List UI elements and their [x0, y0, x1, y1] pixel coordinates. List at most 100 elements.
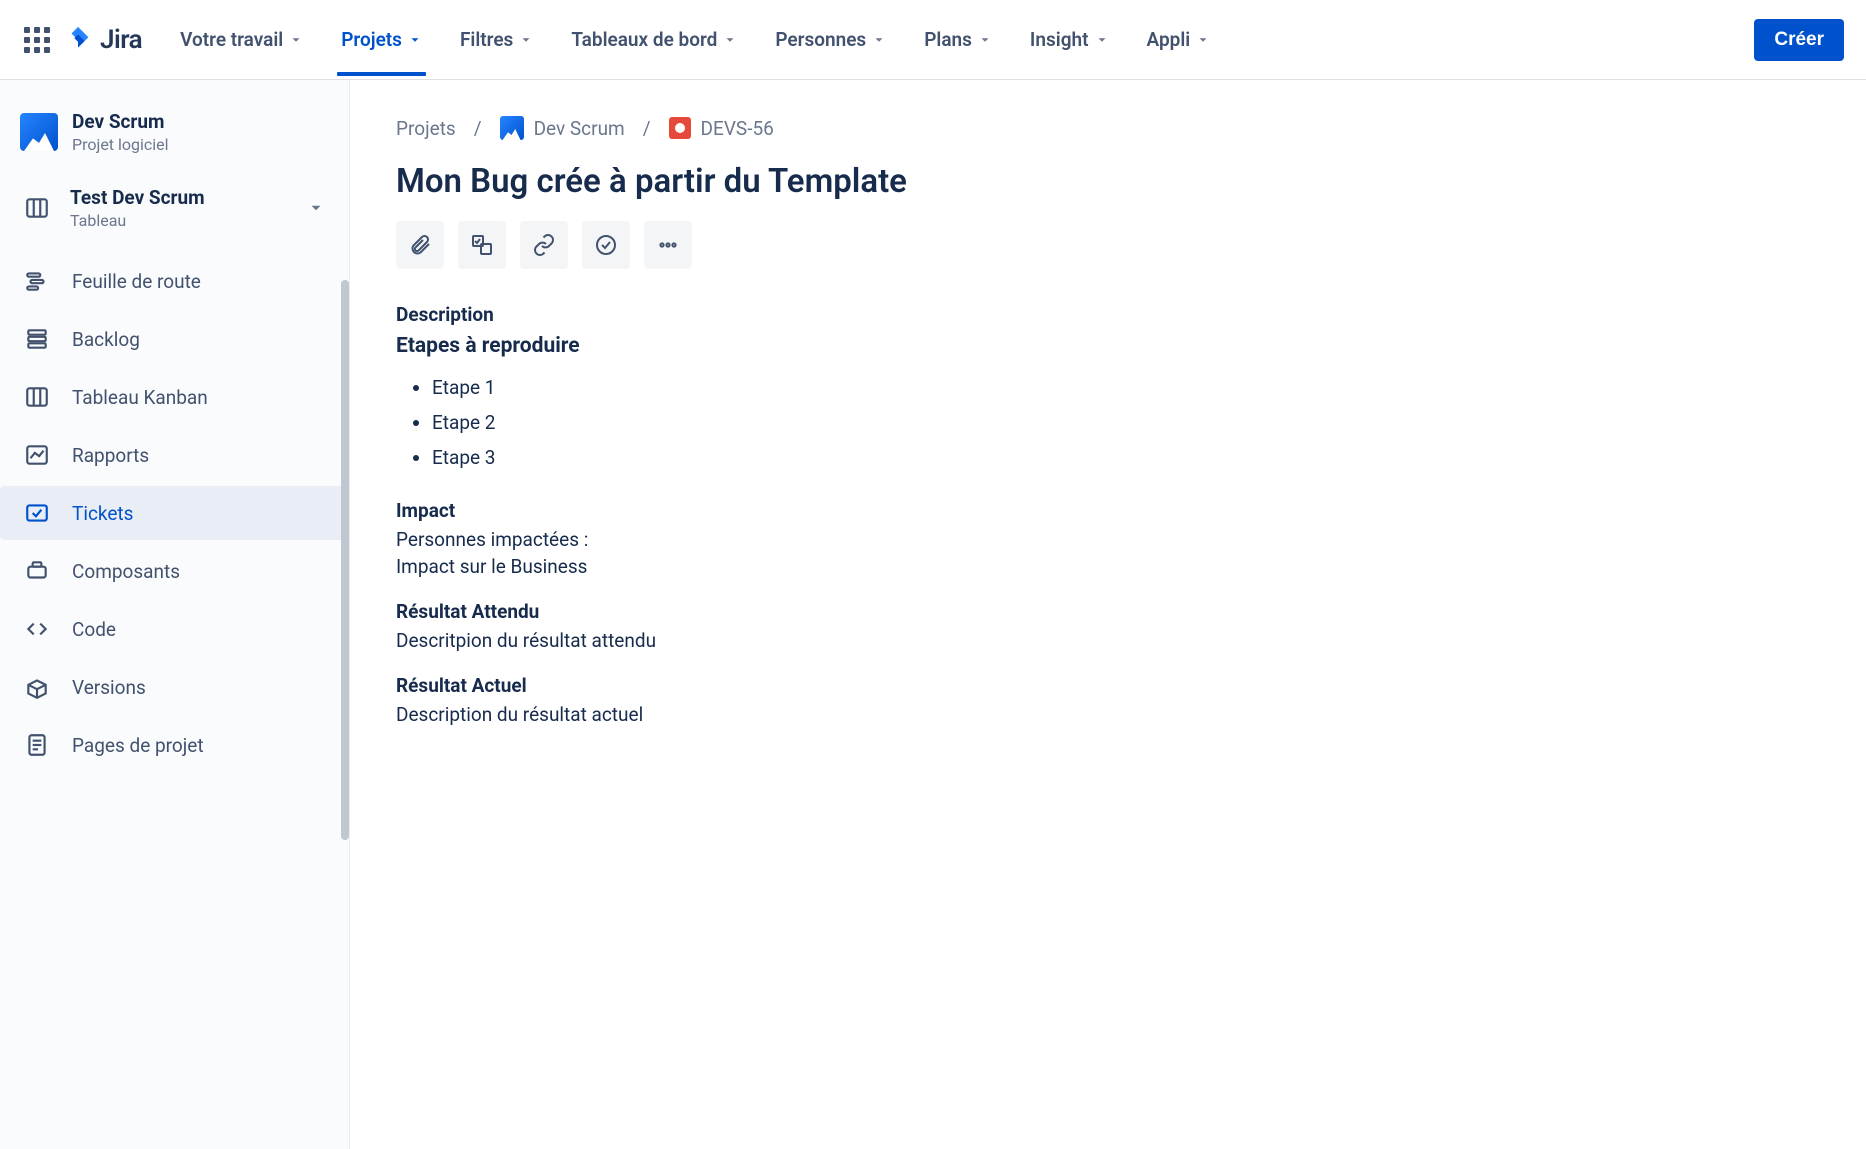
- reports-icon: [24, 442, 50, 468]
- chevron-down-icon: [1095, 33, 1109, 47]
- sidebar-item-reports[interactable]: Rapports: [0, 428, 349, 482]
- chevron-down-icon: [872, 33, 886, 47]
- sidebar-item-components[interactable]: Composants: [0, 544, 349, 598]
- impact-heading: Impact: [396, 499, 1820, 522]
- sidebar-item-label: Tableau Kanban: [72, 386, 208, 409]
- main-content: Projets / Dev Scrum / DEVS-56 Mon Bug cr…: [350, 80, 1866, 1149]
- sidebar-list: Feuille de route Backlog Tableau Kanban …: [0, 254, 349, 772]
- nav-filters[interactable]: Filtres: [460, 4, 533, 75]
- sidebar-item-label: Feuille de route: [72, 270, 201, 293]
- sidebar-item-label: Composants: [72, 560, 180, 583]
- impact-line: Personnes impactées :: [396, 528, 1820, 551]
- expected-section: Résultat Attendu Descritpion du résultat…: [396, 600, 1820, 652]
- nav-people[interactable]: Personnes: [775, 4, 886, 75]
- app-switcher-icon[interactable]: [22, 25, 52, 55]
- add-subtask-button[interactable]: [458, 221, 506, 269]
- project-type: Projet logiciel: [72, 135, 169, 154]
- breadcrumb-issue-key: DEVS-56: [701, 117, 774, 140]
- scrollbar[interactable]: [341, 280, 349, 840]
- sidebar-item-code[interactable]: Code: [0, 602, 349, 656]
- chevron-down-icon: [519, 33, 533, 47]
- sidebar-item-label: Tickets: [72, 502, 133, 525]
- sidebar: Dev Scrum Projet logiciel Test Dev Scrum…: [0, 80, 350, 1149]
- pages-icon: [24, 732, 50, 758]
- project-header[interactable]: Dev Scrum Projet logiciel: [0, 110, 349, 176]
- breadcrumb-sep: /: [474, 117, 482, 140]
- nav-label: Plans: [924, 28, 972, 51]
- link-button[interactable]: [520, 221, 568, 269]
- breadcrumb-project-name: Dev Scrum: [534, 117, 625, 140]
- nav-label: Votre travail: [180, 28, 283, 51]
- jira-logo-text: Jira: [100, 25, 142, 55]
- nav-projects[interactable]: Projets: [341, 4, 422, 75]
- create-button[interactable]: Créer: [1754, 19, 1844, 61]
- sidebar-item-label: Pages de projet: [72, 734, 204, 757]
- breadcrumb: Projets / Dev Scrum / DEVS-56: [396, 116, 1820, 140]
- sidebar-item-label: Rapports: [72, 444, 149, 467]
- issue-title[interactable]: Mon Bug crée à partir du Template: [396, 162, 1820, 201]
- chevron-down-icon: [307, 199, 325, 217]
- bug-icon: [669, 117, 691, 139]
- roadmap-icon: [24, 268, 50, 294]
- chevron-down-icon: [408, 33, 422, 47]
- step-item: Etape 2: [432, 405, 1820, 440]
- actual-heading: Résultat Actuel: [396, 674, 1820, 697]
- chevron-down-icon: [289, 33, 303, 47]
- nav-apps[interactable]: Appli: [1147, 4, 1211, 75]
- code-icon: [24, 616, 50, 642]
- nav-label: Personnes: [775, 28, 866, 51]
- steps-heading: Etapes à reproduire: [396, 334, 1820, 358]
- nav-label: Appli: [1147, 28, 1191, 51]
- jira-logo-icon: [64, 25, 94, 55]
- board-subtitle: Tableau: [70, 211, 205, 230]
- nav-items: Votre travail Projets Filtres Tableaux d…: [180, 4, 1722, 75]
- board-selector[interactable]: Test Dev Scrum Tableau: [0, 176, 349, 240]
- breadcrumb-root[interactable]: Projets: [396, 117, 456, 140]
- breadcrumb-project[interactable]: Dev Scrum: [500, 116, 625, 140]
- backlog-icon: [24, 326, 50, 352]
- step-item: Etape 3: [432, 440, 1820, 475]
- sidebar-item-roadmap[interactable]: Feuille de route: [0, 254, 349, 308]
- project-name: Dev Scrum: [72, 110, 169, 133]
- nav-label: Filtres: [460, 28, 513, 51]
- issues-icon: [24, 500, 50, 526]
- sidebar-item-project-pages[interactable]: Pages de projet: [0, 718, 349, 772]
- nav-your-work[interactable]: Votre travail: [180, 4, 303, 75]
- sidebar-item-label: Versions: [72, 676, 146, 699]
- sidebar-item-label: Code: [72, 618, 116, 641]
- project-avatar-icon: [500, 116, 524, 140]
- board-icon: [24, 384, 50, 410]
- components-icon: [24, 558, 50, 584]
- status-button[interactable]: [582, 221, 630, 269]
- sidebar-item-kanban[interactable]: Tableau Kanban: [0, 370, 349, 424]
- action-bar: [396, 221, 1820, 269]
- breadcrumb-issue[interactable]: DEVS-56: [669, 117, 774, 140]
- nav-label: Insight: [1030, 28, 1089, 51]
- project-avatar-icon: [20, 113, 58, 151]
- impact-line: Impact sur le Business: [396, 555, 1820, 578]
- attach-button[interactable]: [396, 221, 444, 269]
- nav-dashboards[interactable]: Tableaux de bord: [571, 4, 737, 75]
- chevron-down-icon: [978, 33, 992, 47]
- more-icon: [656, 233, 680, 257]
- subtask-icon: [470, 233, 494, 257]
- actual-body: Description du résultat actuel: [396, 703, 1820, 726]
- attachment-icon: [408, 233, 432, 257]
- sidebar-item-versions[interactable]: Versions: [0, 660, 349, 714]
- impact-section: Impact Personnes impactées : Impact sur …: [396, 499, 1820, 578]
- sidebar-item-issues[interactable]: Tickets: [0, 486, 349, 540]
- chevron-down-icon: [1196, 33, 1210, 47]
- nav-plans[interactable]: Plans: [924, 4, 992, 75]
- sidebar-item-backlog[interactable]: Backlog: [0, 312, 349, 366]
- board-icon: [24, 195, 50, 221]
- nav-label: Projets: [341, 28, 402, 51]
- nav-insight[interactable]: Insight: [1030, 4, 1109, 75]
- chevron-down-icon: [723, 33, 737, 47]
- more-actions-button[interactable]: [644, 221, 692, 269]
- step-item: Etape 1: [432, 370, 1820, 405]
- jira-logo[interactable]: Jira: [64, 25, 142, 55]
- expected-body: Descritpion du résultat attendu: [396, 629, 1820, 652]
- top-navigation: Jira Votre travail Projets Filtres Table…: [0, 0, 1866, 80]
- check-circle-icon: [594, 233, 618, 257]
- link-icon: [532, 233, 556, 257]
